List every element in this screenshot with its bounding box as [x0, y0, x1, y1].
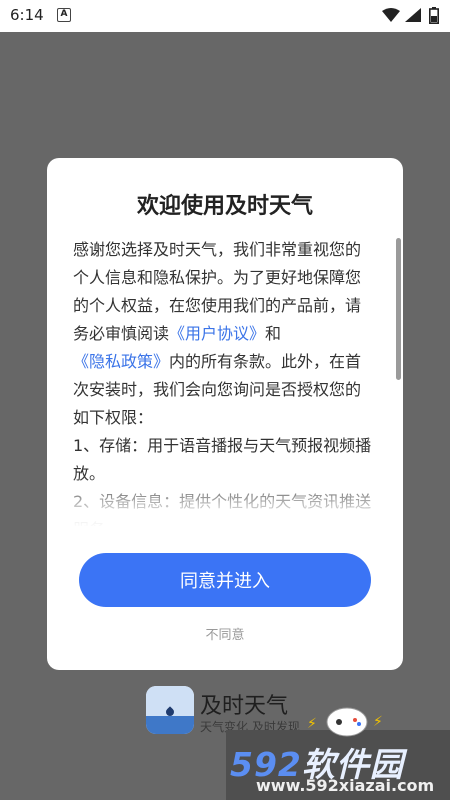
dialog-body[interactable]: 感谢您选择及时天气，我们非常重视您的个人信息和隐私保护。为了更好地保障您的个人权…: [73, 236, 373, 526]
battery-icon: [429, 7, 439, 24]
app-name: 及时天气: [200, 694, 289, 719]
app-logo: [146, 686, 194, 734]
permission-storage: 1、存储：用于语音播报与天气预报视频播放。: [73, 436, 372, 483]
privacy-policy-link[interactable]: 《隐私政策》: [73, 352, 169, 371]
dialog-title: 欢迎使用及时天气: [136, 194, 313, 219]
agree-button[interactable]: 同意并进入: [79, 553, 371, 607]
privacy-dialog: 欢迎使用及时天气 感谢您选择及时天气，我们非常重视您的个人信息和隐私保护。为了更…: [47, 158, 403, 670]
intro-paragraph: 感谢您选择及时天气，我们非常重视您的个人信息和隐私保护。为了更好地保障您的个人权…: [73, 236, 373, 432]
signal-icon: [405, 8, 421, 22]
scrollbar[interactable]: [396, 238, 401, 380]
disagree-button[interactable]: 不同意: [47, 624, 403, 643]
watermark-url: www.592xiazai.com: [256, 776, 435, 795]
status-time: 6:14: [10, 6, 44, 24]
svg-text:⚡: ⚡: [373, 714, 383, 730]
wifi-icon: [382, 8, 400, 22]
and-text: 和: [265, 324, 282, 343]
a-icon: A: [57, 8, 71, 22]
svg-text:⚡: ⚡: [307, 716, 317, 732]
user-agreement-link[interactable]: 《用户协议》: [169, 324, 265, 343]
permission-device-info: 2、设备信息：提供个性化的天气资讯推送服务。: [73, 492, 372, 526]
gamepad-mascot-icon: ⚡ ⚡: [307, 707, 383, 737]
status-bar: 6:14 A: [0, 0, 450, 32]
